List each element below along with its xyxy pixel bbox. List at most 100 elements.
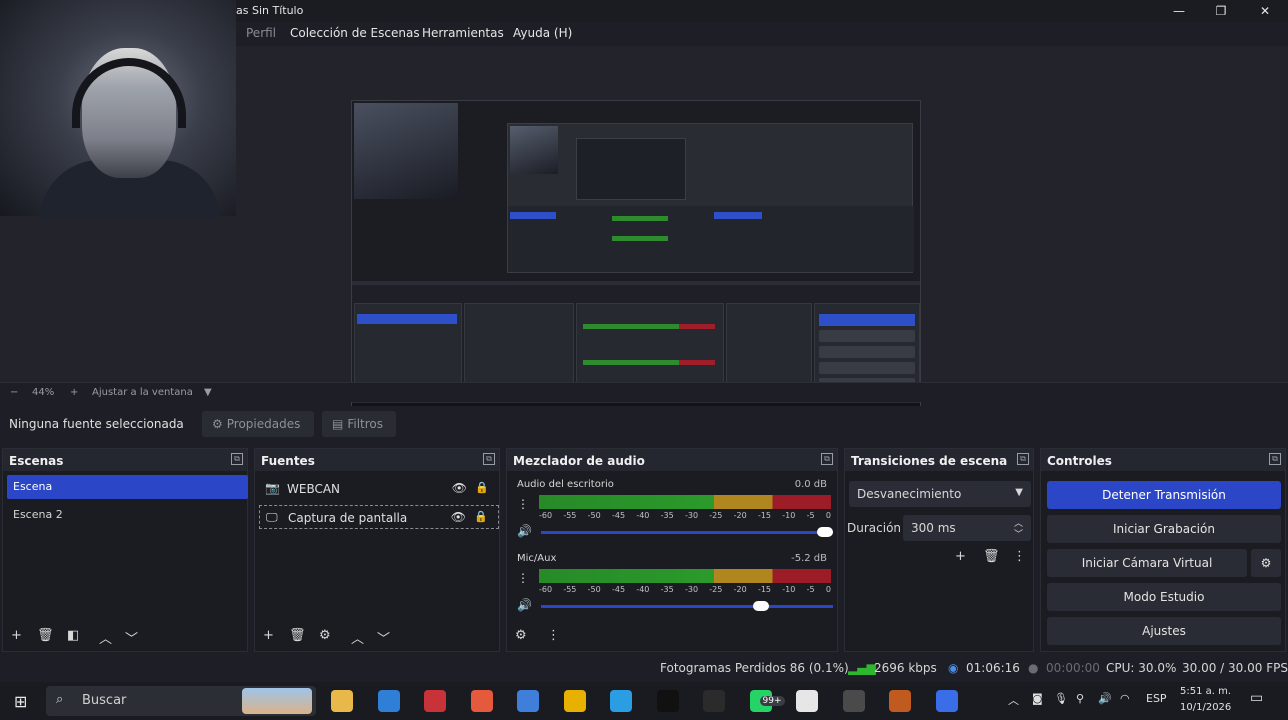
source-item-webcan[interactable]: 📷 WEBCAN 👁 🔒: [259, 477, 499, 501]
tick-label: -55: [563, 511, 577, 520]
start-virtual-camera-button[interactable]: Iniciar Cámara Virtual: [1047, 549, 1247, 577]
transition-select[interactable]: Desvanecimiento ▼: [849, 481, 1031, 507]
volume-slider[interactable]: [541, 605, 833, 608]
undock-icon[interactable]: ⧉: [1269, 453, 1281, 465]
location-icon[interactable]: ⚲: [1076, 692, 1084, 705]
undock-icon[interactable]: ⧉: [483, 453, 495, 465]
chevron-up-icon[interactable]: ︿: [99, 628, 112, 647]
add-icon[interactable]: +: [11, 628, 22, 643]
advanced-audio-icon[interactable]: ⚙: [515, 628, 527, 643]
clock-date[interactable]: 10/1/2026: [1180, 702, 1231, 713]
gear-icon[interactable]: ⚙: [319, 628, 331, 643]
menu-perfil[interactable]: Perfil: [246, 26, 276, 40]
menu-coleccion-escenas[interactable]: Colección de Escenas: [290, 26, 420, 40]
eye-icon[interactable]: 👁: [451, 510, 466, 524]
close-button[interactable]: ✕: [1250, 2, 1280, 20]
zoom-bar: − 44% + Ajustar a la ventana ▼: [0, 382, 1288, 402]
stop-stream-button[interactable]: Detener Transmisión: [1047, 481, 1281, 509]
lock-icon[interactable]: 🔒: [474, 510, 488, 523]
dropped-frames: Fotogramas Perdidos 86 (0.1%): [660, 661, 849, 675]
filter-icon: ▤: [332, 417, 344, 431]
kebab-menu-icon[interactable]: ⋮: [547, 628, 560, 643]
trash-icon[interactable]: 🗑: [983, 549, 1000, 564]
app-icon[interactable]: [703, 690, 725, 712]
zoom-fit-label[interactable]: Ajustar a la ventana: [92, 387, 193, 398]
speaker-icon[interactable]: 🔊: [517, 598, 532, 612]
whatsapp-icon[interactable]: 99+: [749, 690, 785, 712]
scenes-toolbar: + 🗑 ◧ ︿ ﹀: [3, 621, 247, 651]
channel-db: -5.2 dB: [791, 553, 827, 564]
eye-icon[interactable]: 👁: [452, 481, 467, 495]
virtual-camera-settings-button[interactable]: ⚙: [1251, 549, 1281, 577]
chevron-down-icon[interactable]: ﹀: [1014, 527, 1023, 540]
copilot-icon[interactable]: [470, 690, 493, 712]
scene-item[interactable]: Escena 2: [7, 503, 248, 527]
zoom-dropdown-icon[interactable]: ▼: [204, 387, 212, 398]
controls-dock-header: Controles ⧉: [1041, 449, 1285, 471]
clock-time[interactable]: 5:51 a. m.: [1180, 686, 1231, 697]
store-icon[interactable]: [517, 690, 539, 712]
taskbar-search[interactable]: ⌕ Buscar: [46, 686, 316, 716]
chevron-up-icon[interactable]: ︿: [1008, 692, 1019, 708]
nested-meter: [612, 216, 668, 221]
preview-canvas[interactable]: [351, 100, 921, 422]
document-icon[interactable]: [796, 690, 818, 712]
menu-ayuda[interactable]: Ayuda (H): [513, 26, 572, 40]
lock-icon[interactable]: 🔒: [475, 481, 489, 494]
menu-herramientas[interactable]: Herramientas: [422, 26, 504, 40]
chevron-down-icon: ▼: [1015, 487, 1023, 498]
start-recording-button[interactable]: Iniciar Grabación: [1047, 515, 1281, 543]
chevron-up-icon[interactable]: ︿: [351, 628, 364, 647]
filter-icon[interactable]: ◧: [67, 628, 79, 643]
undock-icon[interactable]: ⧉: [821, 453, 833, 465]
filters-button[interactable]: ▤ Filtros: [322, 411, 396, 437]
source-item-screen-capture[interactable]: 🖵 Captura de pantalla 👁 🔒: [259, 505, 499, 529]
minimize-button[interactable]: —: [1164, 2, 1194, 20]
scene-item[interactable]: Escena: [7, 475, 248, 499]
camera-icon[interactable]: ◙: [1032, 692, 1043, 705]
chrome-icon[interactable]: [563, 690, 586, 712]
maximize-button[interactable]: ❐: [1206, 2, 1236, 20]
kebab-menu-icon[interactable]: ⋮: [1013, 549, 1026, 564]
app-icon[interactable]: [842, 690, 865, 712]
properties-button[interactable]: ⚙ Propiedades: [202, 411, 314, 437]
transition-select-value: Desvanecimiento: [857, 487, 962, 501]
kebab-menu-icon[interactable]: ⋮: [517, 497, 529, 511]
filters-label: Filtros: [347, 417, 384, 431]
volume-icon[interactable]: 🔊: [1098, 692, 1112, 705]
app-icon[interactable]: [935, 690, 958, 712]
volume-slider[interactable]: [541, 531, 833, 534]
outlook-icon[interactable]: [377, 690, 400, 712]
volume-slider-handle[interactable]: [752, 601, 769, 611]
zoom-in-button[interactable]: +: [70, 387, 78, 398]
settings-button[interactable]: Ajustes: [1047, 617, 1281, 645]
trash-icon[interactable]: 🗑: [289, 628, 306, 643]
chevron-down-icon[interactable]: ﹀: [377, 628, 390, 647]
obs-icon[interactable]: [424, 690, 446, 712]
file-explorer-icon[interactable]: [331, 690, 353, 712]
edge-icon[interactable]: [610, 690, 632, 712]
duration-stepper[interactable]: 300 ms ︿ ﹀: [903, 515, 1031, 541]
microphone-icon[interactable]: 🎙: [1054, 692, 1068, 705]
zoom-out-button[interactable]: −: [10, 387, 18, 398]
language-indicator[interactable]: ESP: [1146, 692, 1167, 705]
add-icon[interactable]: +: [955, 549, 966, 564]
tick-label: -60: [539, 585, 553, 594]
notifications-icon[interactable]: ▭: [1250, 690, 1263, 706]
tick-label: -30: [684, 585, 699, 594]
controls-dock: Controles ⧉ Detener Transmisión Iniciar …: [1040, 448, 1286, 652]
speaker-icon[interactable]: 🔊: [517, 524, 532, 538]
studio-mode-button[interactable]: Modo Estudio: [1047, 583, 1281, 611]
tiktok-icon[interactable]: [656, 690, 679, 712]
add-icon[interactable]: +: [263, 628, 274, 643]
windows-start-icon[interactable]: ⊞: [14, 692, 27, 711]
kebab-menu-icon[interactable]: ⋮: [517, 571, 529, 585]
chevron-down-icon[interactable]: ﹀: [125, 628, 138, 647]
gear-icon: ⚙: [212, 417, 223, 431]
undock-icon[interactable]: ⧉: [231, 453, 243, 465]
volume-slider-handle[interactable]: [817, 527, 833, 537]
game-icon[interactable]: [889, 690, 911, 712]
wifi-icon[interactable]: ◠: [1120, 692, 1130, 705]
trash-icon[interactable]: 🗑: [37, 628, 54, 643]
undock-icon[interactable]: ⧉: [1017, 453, 1029, 465]
